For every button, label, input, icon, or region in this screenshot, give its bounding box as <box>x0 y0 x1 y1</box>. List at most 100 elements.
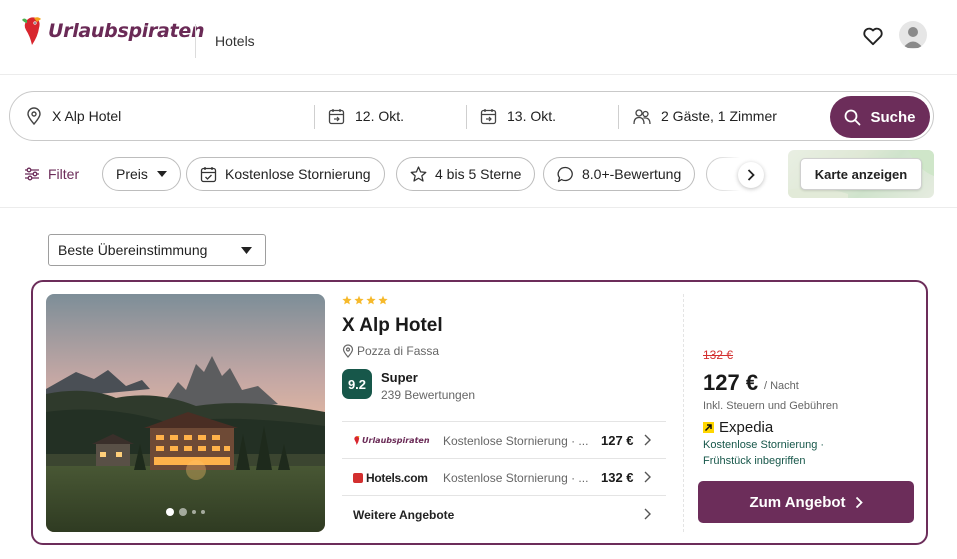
star-outline-icon <box>410 166 427 182</box>
guests-icon <box>633 108 651 124</box>
offer-price: 132 € <box>601 470 634 485</box>
brand-logo[interactable]: Urlaubspiraten <box>21 14 204 48</box>
search-icon <box>845 109 861 125</box>
location-pin-icon <box>342 344 354 358</box>
provider-name: Expedia <box>719 419 774 436</box>
hotel-photo-image <box>46 294 325 532</box>
caret-down-icon <box>156 171 167 177</box>
hotel-card[interactable]: X Alp Hotel Pozza di Fassa 9.2 Super 239… <box>31 280 928 545</box>
chevron-right-icon <box>747 169 755 181</box>
guests-value: 2 Gäste, 1 Zimmer <box>661 108 777 124</box>
hotel-photo[interactable] <box>46 294 325 532</box>
hotels-com-logo-icon <box>353 472 363 483</box>
parrot-logo-icon <box>354 436 360 446</box>
checkout-value: 13. Okt. <box>507 108 557 124</box>
star-rating <box>342 295 388 305</box>
chip-label: Preis <box>116 166 148 182</box>
star-icon <box>366 295 376 305</box>
chip-label: 4 bis 5 Sterne <box>435 166 522 182</box>
chevron-right-icon <box>644 471 651 483</box>
checkin-value: 12. Okt. <box>355 108 405 124</box>
card-divider <box>683 294 684 532</box>
checkin-field[interactable]: 12. Okt. <box>328 92 468 140</box>
chip-stars[interactable]: 4 bis 5 Sterne <box>396 157 536 191</box>
brand-name: Urlaubspiraten <box>48 20 205 42</box>
speech-bubble-icon <box>557 166 573 182</box>
hotel-name[interactable]: X Alp Hotel <box>342 315 443 337</box>
search-bar: X Alp Hotel 12. Okt. 13. Okt. 2 Gäste, 1… <box>9 91 934 141</box>
location-label: Pozza di Fassa <box>357 344 440 358</box>
heart-icon[interactable] <box>862 26 884 46</box>
tax-note: Inkl. Steuern und Gebühren <box>703 400 839 412</box>
best-offer-provider: Expedia <box>703 419 773 436</box>
carousel-dots <box>46 508 325 516</box>
parrot-logo-icon <box>22 17 41 45</box>
chevron-right-icon <box>644 434 651 446</box>
offer-provider-name: Urlaubspiraten <box>362 436 430 445</box>
cta-label: Zum Angebot <box>749 493 846 511</box>
search-button[interactable]: Suche <box>830 96 930 138</box>
search-button-label: Suche <box>870 108 916 126</box>
go-to-offer-button[interactable]: Zum Angebot <box>698 481 914 523</box>
offer-provider: Urlaubspiraten <box>353 422 430 459</box>
carousel-dot[interactable] <box>192 510 196 514</box>
chip-label: Kostenlose Stornierung <box>225 166 371 182</box>
offer-description: Kostenlose Stornierung · ... <box>443 434 589 448</box>
offer-provider-name: Hotels.com <box>366 470 428 485</box>
carousel-dot[interactable] <box>166 508 174 516</box>
star-icon <box>342 295 352 305</box>
carousel-dot[interactable] <box>201 510 205 514</box>
chevron-right-icon <box>855 496 863 508</box>
chip-free-cancellation[interactable]: Kostenlose Stornierung <box>186 157 385 191</box>
location-pin-icon <box>27 107 41 125</box>
more-offers-row[interactable]: Weitere Angebote <box>342 495 666 532</box>
sliders-icon <box>25 167 39 181</box>
per-night-label: / Nacht <box>764 380 799 392</box>
top-header: Urlaubspiraten Hotels <box>0 0 957 75</box>
calendar-check-icon <box>200 166 217 182</box>
perk-cancellation: Kostenlose Stornierung · <box>703 439 825 451</box>
star-icon <box>378 295 388 305</box>
review-count: 239 Bewertungen <box>381 388 476 402</box>
caret-down-icon <box>241 247 252 254</box>
checkout-field[interactable]: 13. Okt. <box>480 92 620 140</box>
search-divider <box>618 105 619 129</box>
guests-field[interactable]: 2 Gäste, 1 Zimmer <box>633 92 823 140</box>
offer-price: 127 € <box>601 433 634 448</box>
offer-provider: Hotels.com <box>353 459 428 496</box>
filter-button[interactable]: Filter <box>24 166 79 182</box>
offers-list: Urlaubspiraten Kostenlose Stornierung · … <box>342 421 666 532</box>
offer-row[interactable]: Urlaubspiraten Kostenlose Stornierung · … <box>342 421 666 458</box>
old-price: 132 € <box>703 348 734 362</box>
sort-value: Beste Übereinstimmung <box>58 242 208 258</box>
chip-label: 8.0+-Bewertung <box>582 166 682 182</box>
search-divider <box>314 105 315 129</box>
filter-label: Filter <box>48 166 80 182</box>
offer-description: Kostenlose Stornierung · ... <box>443 471 589 485</box>
chip-rating[interactable]: 8.0+-Bewertung <box>543 157 696 191</box>
hotel-location: Pozza di Fassa <box>342 344 439 358</box>
search-divider <box>466 105 467 129</box>
offer-row[interactable]: Hotels.com Kostenlose Stornierung · ... … <box>342 458 666 495</box>
scroll-right-button[interactable] <box>738 162 764 188</box>
calendar-out-icon <box>480 108 497 124</box>
carousel-dot[interactable] <box>179 508 187 516</box>
nav-hotels[interactable]: Hotels <box>215 33 255 49</box>
avatar[interactable] <box>899 21 927 49</box>
sort-select[interactable]: Beste Übereinstimmung <box>48 234 266 266</box>
user-icon <box>903 27 923 48</box>
expedia-logo-icon <box>703 422 714 433</box>
show-map-button[interactable]: Karte anzeigen <box>800 158 922 190</box>
star-icon <box>354 295 364 305</box>
calendar-in-icon <box>328 108 345 124</box>
chip-price[interactable]: Preis <box>102 157 181 191</box>
header-divider <box>195 24 196 58</box>
rating-score-badge: 9.2 <box>342 369 372 399</box>
more-offers-label: Weitere Angebote <box>353 508 455 522</box>
price: 127 € <box>703 370 759 395</box>
perk-breakfast: Frühstück inbegriffen <box>703 455 806 467</box>
rating-label: Super <box>381 370 418 385</box>
chevron-right-icon <box>644 508 651 520</box>
destination-value: X Alp Hotel <box>52 108 122 124</box>
destination-field[interactable]: X Alp Hotel <box>26 92 316 140</box>
